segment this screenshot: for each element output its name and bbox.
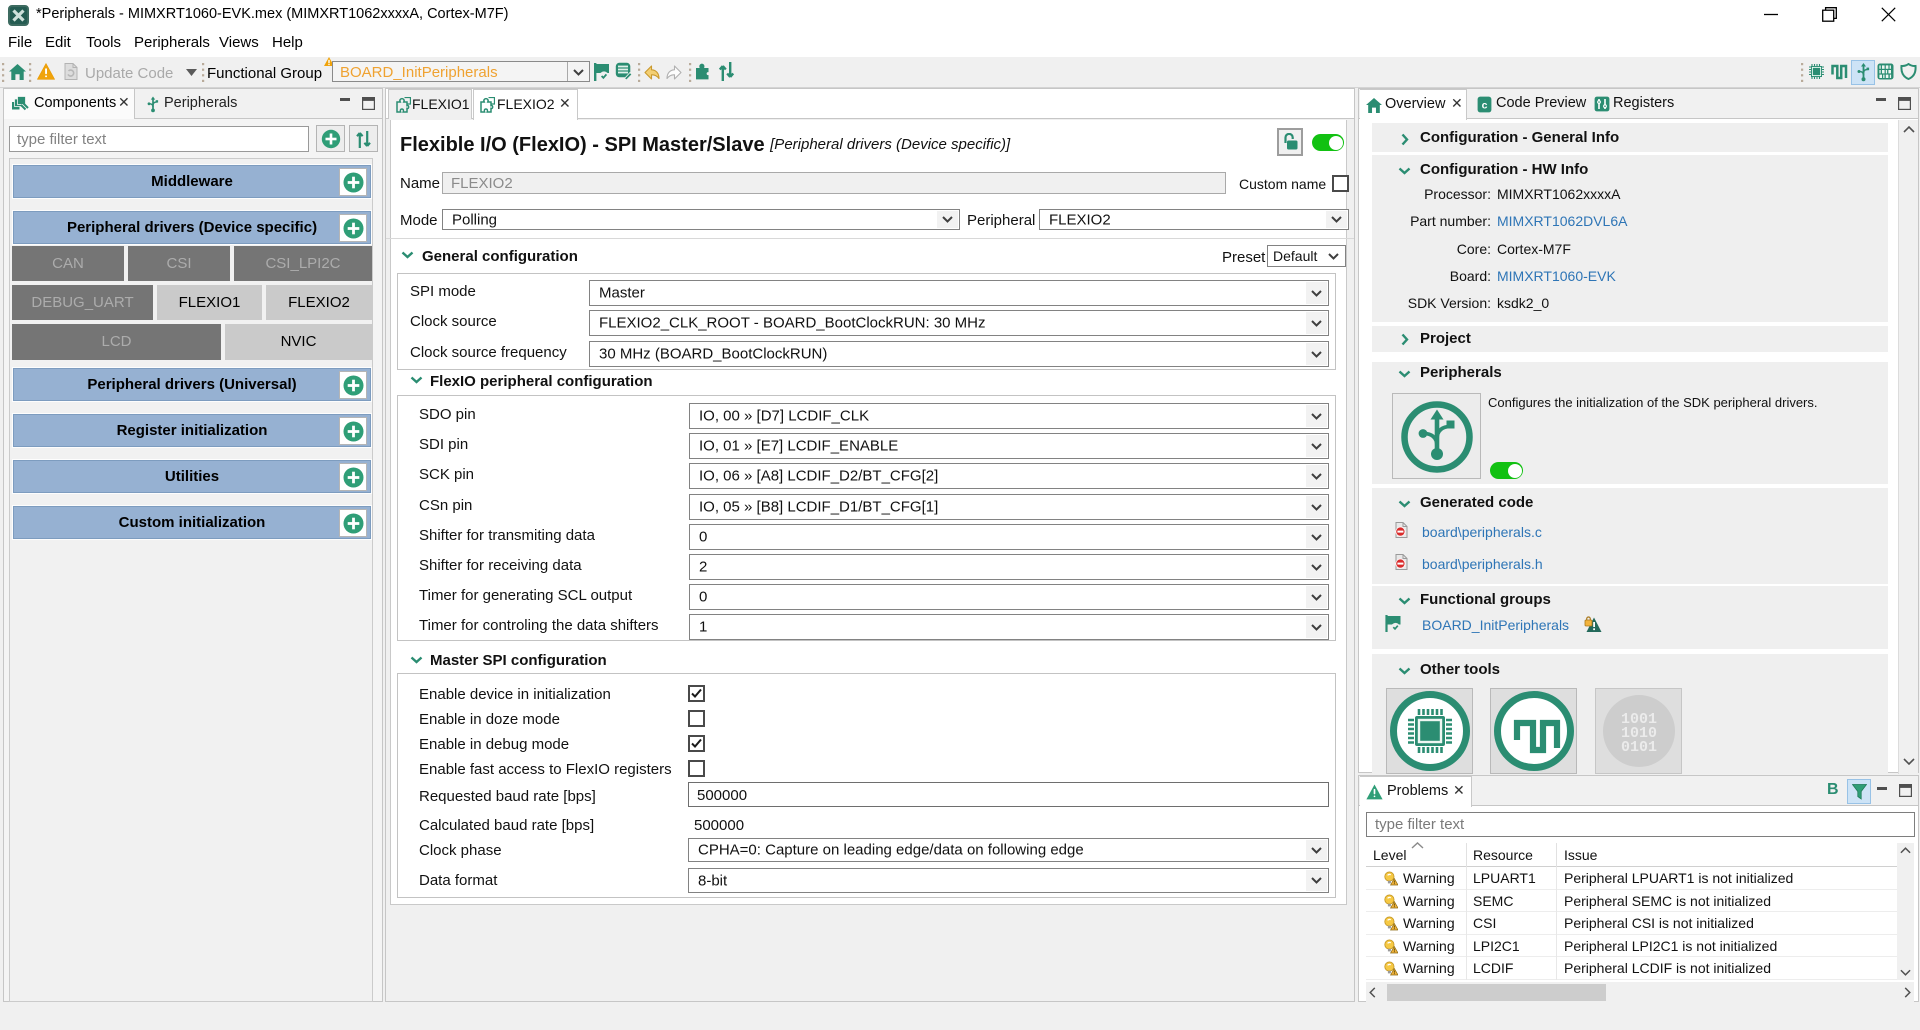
- svg-text:c: c: [1482, 100, 1488, 112]
- svg-text:0101: 0101: [1621, 739, 1657, 756]
